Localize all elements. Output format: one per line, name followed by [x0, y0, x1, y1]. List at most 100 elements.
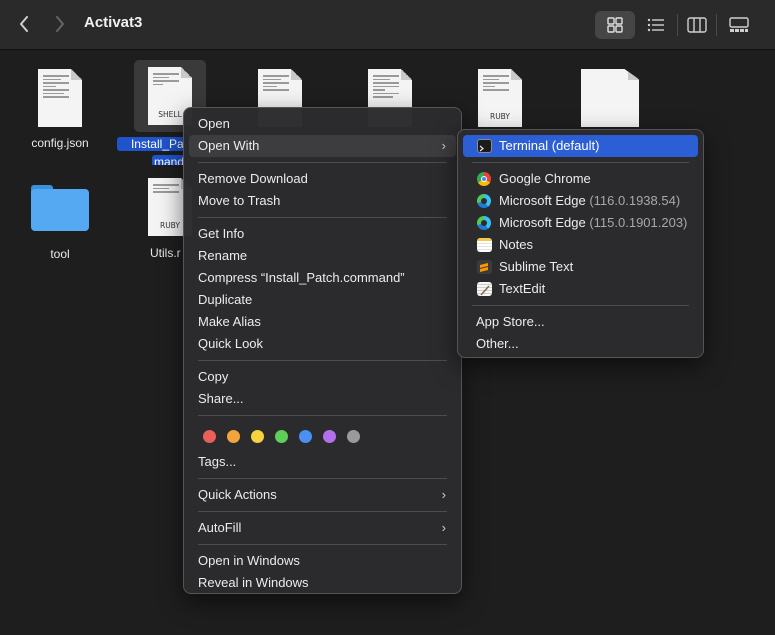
- file-name: config.json: [31, 136, 89, 150]
- folder-item[interactable]: tool: [15, 177, 105, 261]
- open-with-submenu: Terminal (default) Google Chrome Microso…: [457, 129, 704, 358]
- menu-item-rename[interactable]: Rename: [189, 245, 456, 267]
- submenu-item-label: Google Chrome: [499, 171, 591, 186]
- file-thumbnail: [24, 62, 96, 134]
- menu-item-open-with[interactable]: Open With ›: [189, 135, 456, 157]
- file-item[interactable]: RUBY: [455, 62, 545, 134]
- submenu-item-label: Notes: [499, 237, 533, 252]
- folder-name: tool: [50, 247, 70, 261]
- menu-item-label: Duplicate: [198, 292, 253, 307]
- tag-gray[interactable]: [347, 429, 360, 443]
- menu-item-label: Get Info: [198, 226, 245, 241]
- tag-yellow[interactable]: [251, 429, 264, 443]
- menu-item-open-in-windows[interactable]: Open in Windows: [189, 550, 456, 572]
- chevron-right-icon: ›: [441, 520, 446, 535]
- menu-item-label: Open: [198, 116, 230, 131]
- menu-item-open[interactable]: Open: [189, 113, 456, 135]
- grid-icon: [607, 17, 623, 33]
- columns-icon: [687, 17, 707, 33]
- menu-item-move-to-trash[interactable]: Move to Trash: [189, 190, 456, 212]
- menu-separator: [472, 162, 689, 163]
- menu-separator: [198, 217, 447, 218]
- menu-item-compress[interactable]: Compress “Install_Patch.command”: [189, 267, 456, 289]
- gallery-icon: [729, 17, 749, 32]
- menu-item-label: AutoFill: [198, 520, 242, 535]
- submenu-item-app-store[interactable]: App Store...: [463, 311, 698, 333]
- document-icon: [38, 69, 82, 127]
- menu-item-label: Remove Download: [198, 171, 308, 186]
- toolbar-divider: [716, 14, 717, 36]
- menu-item-label: Reveal in Windows: [198, 575, 309, 590]
- gallery-view-button[interactable]: [722, 11, 756, 39]
- back-button[interactable]: [14, 13, 34, 35]
- submenu-item-notes[interactable]: Notes: [463, 234, 698, 256]
- menu-separator: [472, 305, 689, 306]
- notes-icon: [477, 238, 492, 252]
- submenu-item-label: TextEdit: [499, 281, 546, 296]
- submenu-item-chrome[interactable]: Google Chrome: [463, 168, 698, 190]
- menu-item-label: Compress “Install_Patch.command”: [198, 270, 405, 285]
- chevron-left-icon: [20, 16, 28, 32]
- terminal-icon: [477, 139, 492, 153]
- menu-item-label: Rename: [198, 248, 248, 263]
- folder-thumbnail: [24, 177, 96, 239]
- menu-item-reveal-in-windows[interactable]: Reveal in Windows: [189, 572, 456, 594]
- menu-item-quick-actions[interactable]: Quick Actions ›: [189, 484, 456, 506]
- submenu-item-edge-115[interactable]: Microsoft Edge (115.0.1901.203): [463, 212, 698, 234]
- chevron-right-icon: [56, 16, 64, 32]
- submenu-item-other[interactable]: Other...: [463, 333, 698, 355]
- toolbar-divider: [677, 14, 678, 36]
- menu-item-label: Copy: [198, 369, 229, 384]
- tag-orange[interactable]: [227, 429, 240, 443]
- menu-item-remove-download[interactable]: Remove Download: [189, 168, 456, 190]
- menu-item-label: Quick Look: [198, 336, 264, 351]
- file-item[interactable]: config.json: [15, 62, 105, 150]
- tag-green[interactable]: [275, 429, 288, 443]
- finder-toolbar: Activat3: [0, 0, 775, 50]
- menu-item-label: Make Alias: [198, 314, 261, 329]
- submenu-item-label: Microsoft Edge: [499, 215, 586, 230]
- submenu-item-terminal[interactable]: Terminal (default): [463, 135, 698, 157]
- menu-item-label: Open With: [198, 138, 260, 153]
- file-type-tag: RUBY: [489, 112, 511, 121]
- tag-red[interactable]: [203, 429, 216, 443]
- icon-view-button[interactable]: [595, 11, 635, 39]
- menu-separator: [198, 415, 447, 416]
- file-name-selected: Install_Patc mand: [117, 135, 183, 165]
- tag-blue[interactable]: [299, 429, 312, 443]
- chevron-right-icon: ›: [441, 487, 446, 502]
- app-version: (115.0.1901.203): [589, 215, 688, 230]
- menu-item-quick-look[interactable]: Quick Look: [189, 333, 456, 355]
- column-view-button[interactable]: [682, 11, 712, 39]
- file-thumbnail: RUBY: [464, 62, 536, 134]
- menu-item-autofill[interactable]: AutoFill ›: [189, 517, 456, 539]
- forward-button[interactable]: [50, 13, 70, 35]
- menu-item-copy[interactable]: Copy: [189, 366, 456, 388]
- submenu-item-edge-116[interactable]: Microsoft Edge (116.0.1938.54): [463, 190, 698, 212]
- edge-icon: [477, 216, 491, 230]
- list-view-button[interactable]: [640, 11, 672, 39]
- submenu-item-textedit[interactable]: TextEdit: [463, 278, 698, 300]
- submenu-item-label: App Store...: [476, 314, 545, 329]
- file-item[interactable]: [565, 62, 655, 134]
- app-version: (116.0.1938.54): [589, 193, 681, 208]
- menu-separator: [198, 162, 447, 163]
- menu-item-make-alias[interactable]: Make Alias: [189, 311, 456, 333]
- submenu-item-label: Sublime Text: [499, 259, 574, 274]
- tag-purple[interactable]: [323, 429, 336, 443]
- folder-icon: [31, 185, 89, 231]
- edge-icon: [477, 194, 491, 208]
- context-menu: Open Open With › Remove Download Move to…: [183, 107, 462, 594]
- document-icon: [581, 69, 639, 127]
- menu-item-tags[interactable]: Tags...: [189, 451, 456, 473]
- menu-item-duplicate[interactable]: Duplicate: [189, 289, 456, 311]
- menu-separator: [198, 360, 447, 361]
- window-title: Activat3: [84, 14, 143, 31]
- file-thumbnail: [574, 62, 646, 134]
- textedit-icon: [477, 282, 492, 296]
- menu-item-label: Move to Trash: [198, 193, 281, 208]
- submenu-item-sublime[interactable]: Sublime Text: [463, 256, 698, 278]
- menu-item-get-info[interactable]: Get Info: [189, 223, 456, 245]
- sublime-icon: [477, 260, 492, 274]
- menu-item-share[interactable]: Share...: [189, 388, 456, 410]
